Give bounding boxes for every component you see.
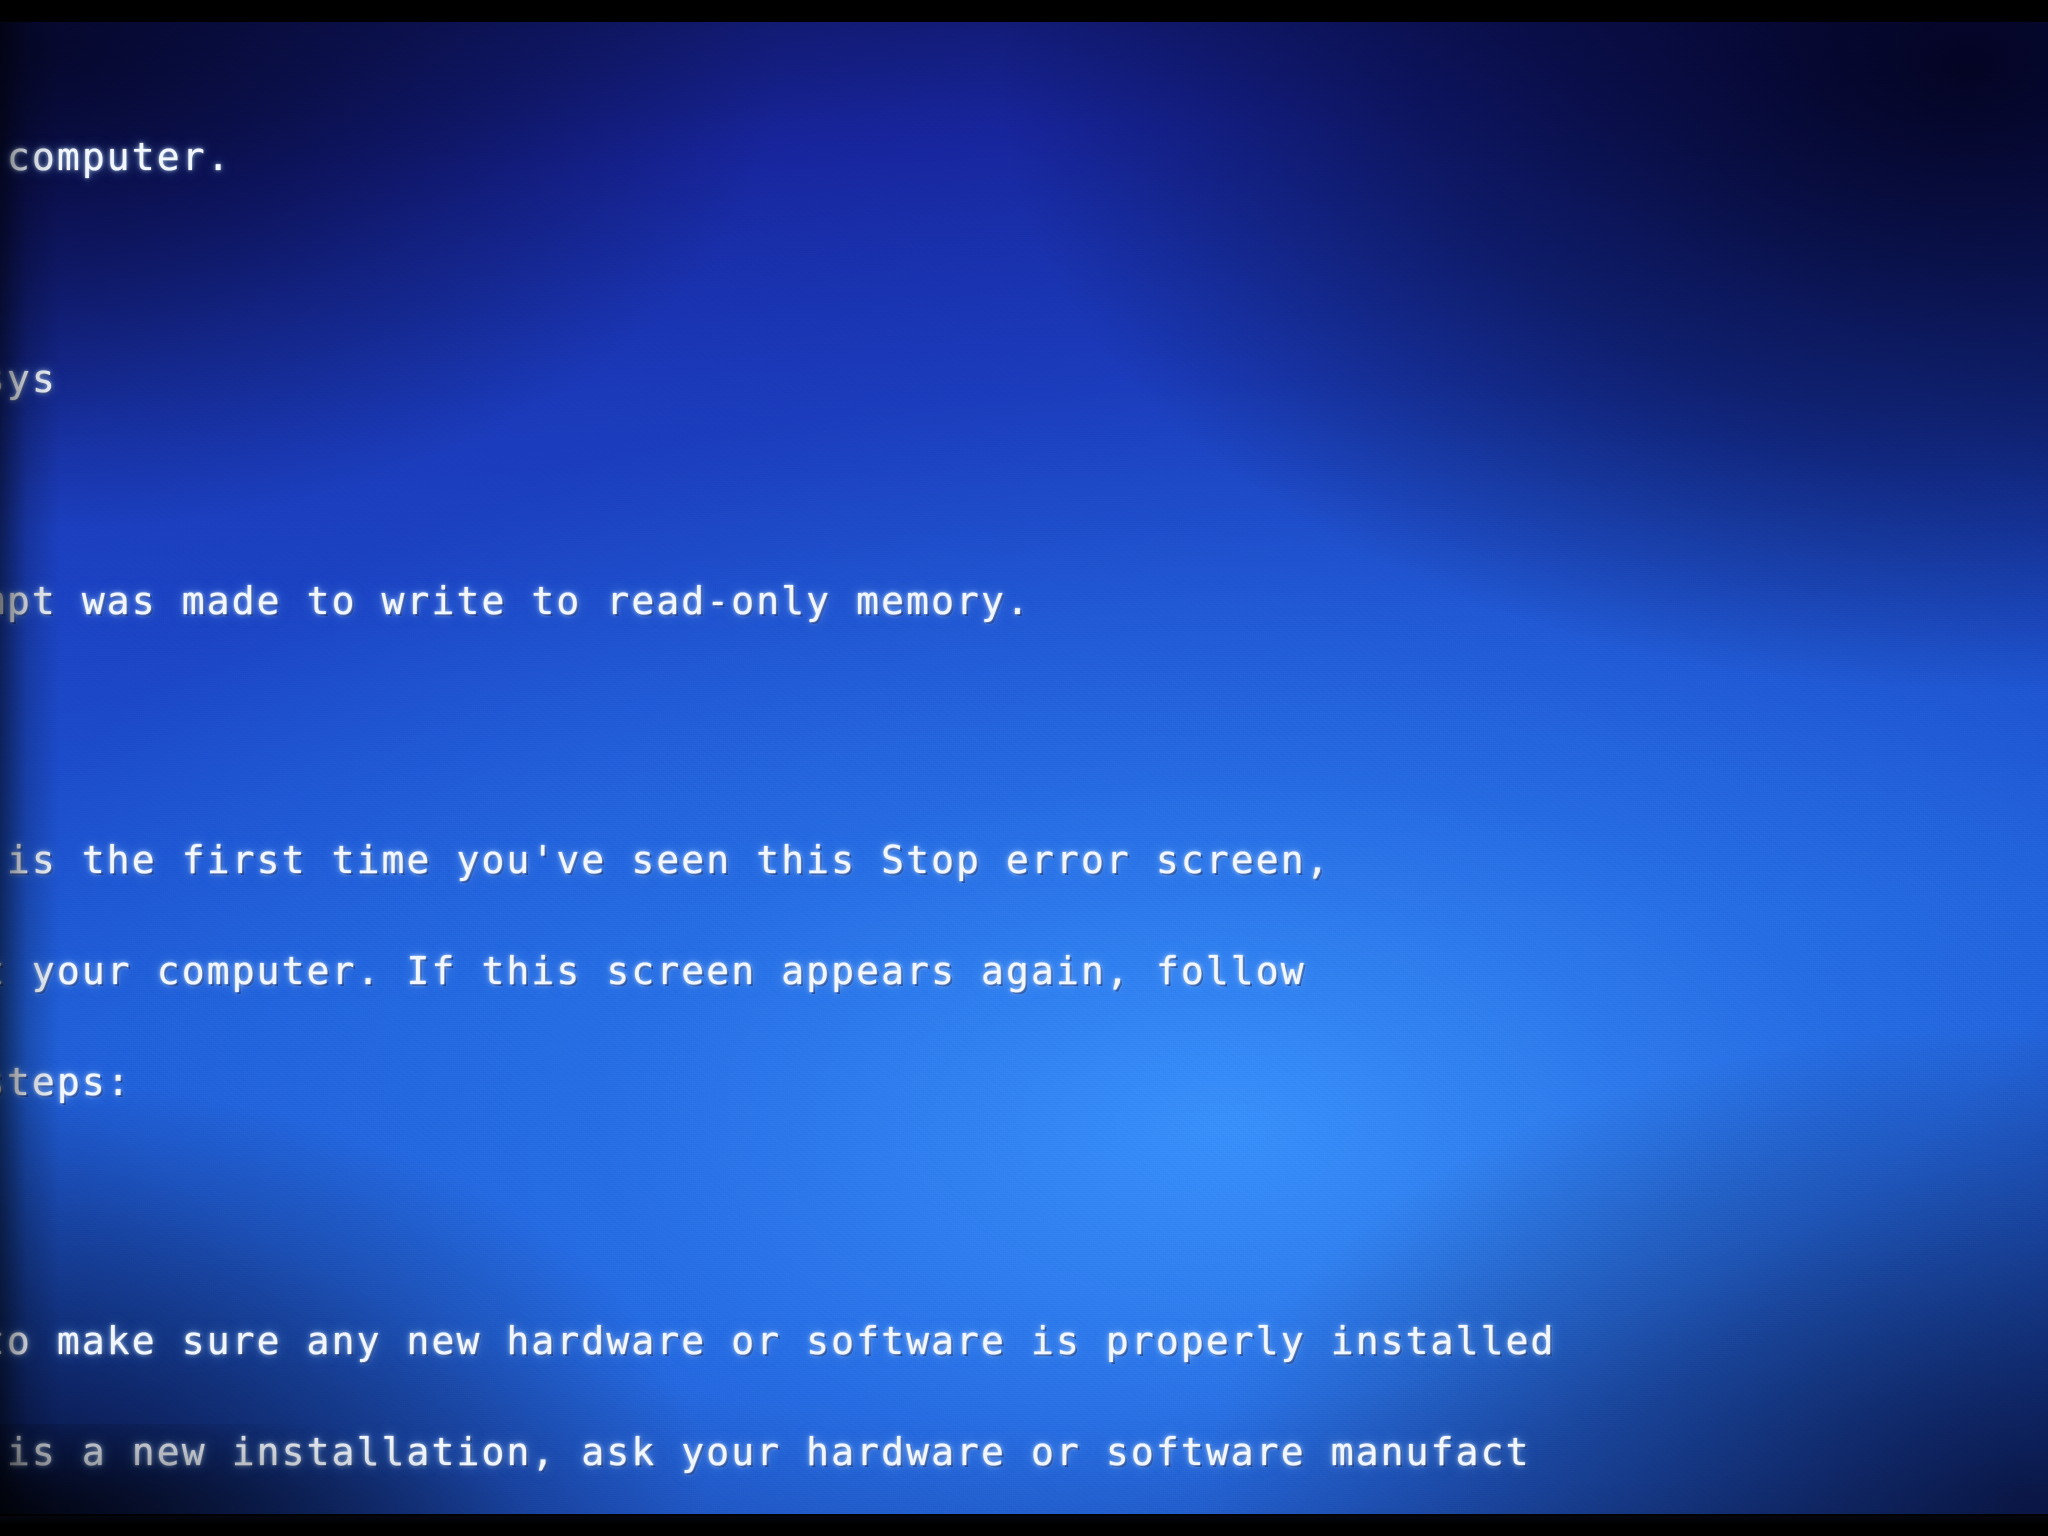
bsod-screenshot: your computer. tfs.sys attempt was made … [0, 0, 2048, 1536]
lens-vignette [0, 22, 2048, 1514]
letterbox-top [0, 0, 2048, 22]
letterbox-bottom [0, 1516, 2048, 1536]
monitor-panel: your computer. tfs.sys attempt was made … [0, 22, 2048, 1514]
